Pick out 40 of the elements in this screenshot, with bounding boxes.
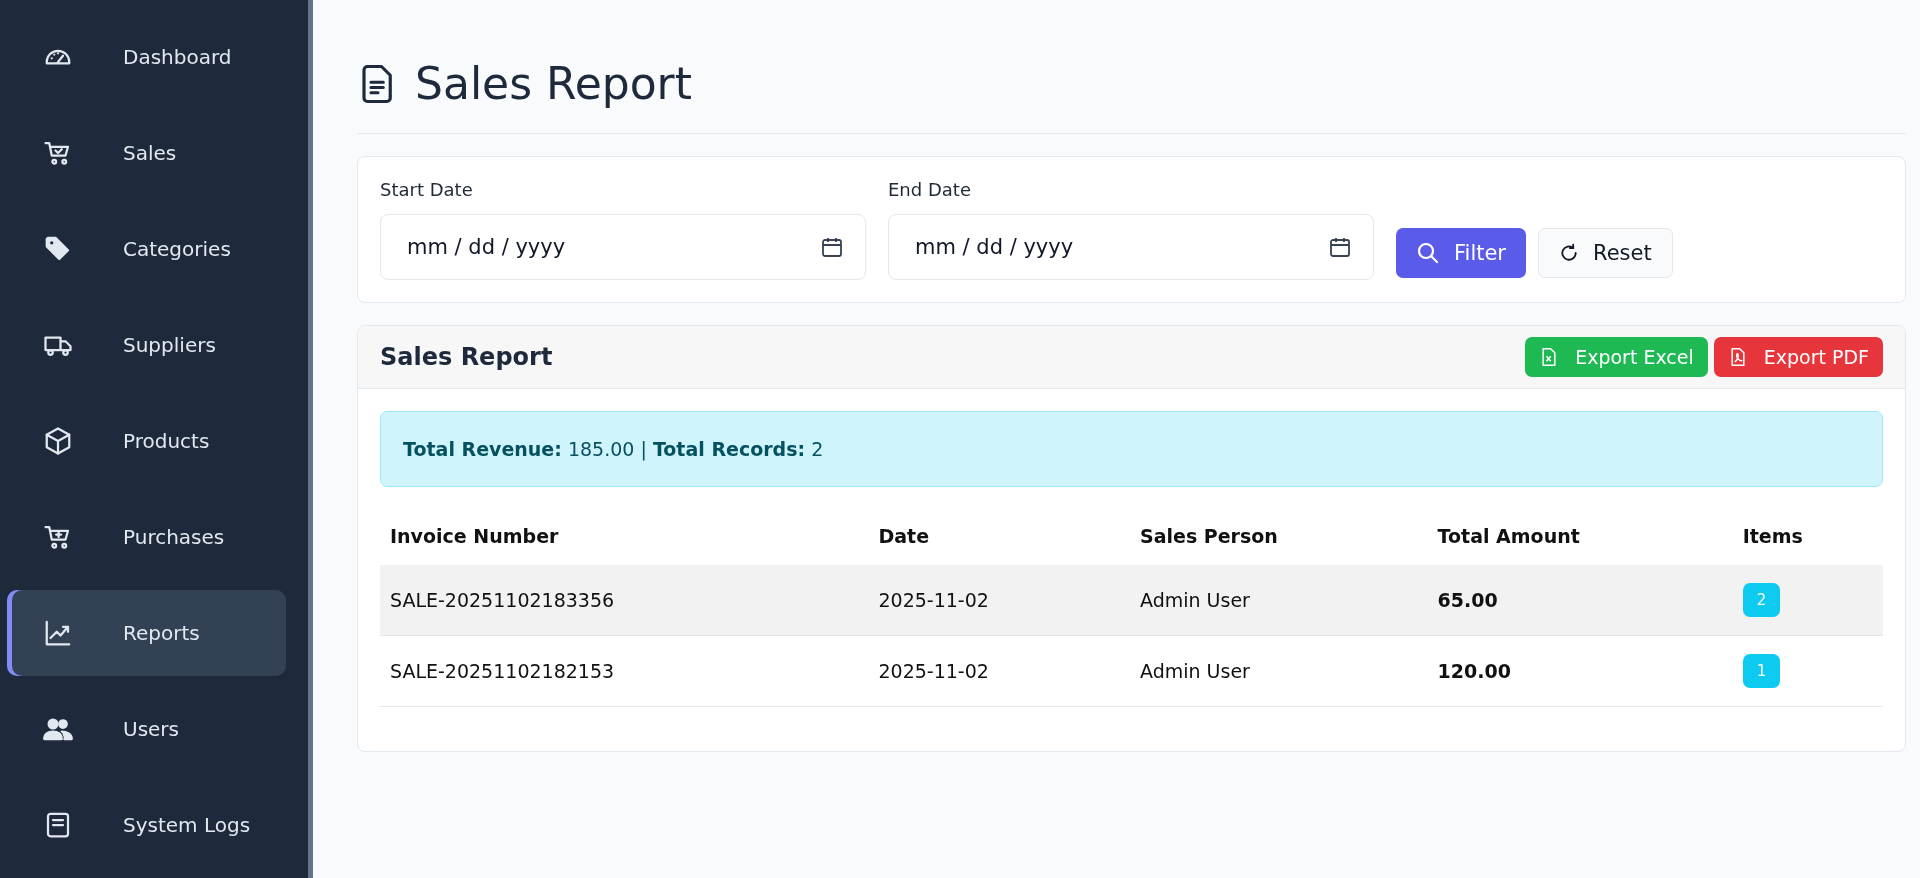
sidebar-item[interactable]: Sales <box>7 110 286 196</box>
summary-text: Total Revenue: 185.00 | Total Records: 2 <box>403 438 824 460</box>
column-header: Invoice Number <box>380 507 869 565</box>
page-title: Sales Report <box>415 58 692 109</box>
table-cell: 65.00 <box>1427 565 1733 636</box>
sidebar-item[interactable]: Purchases <box>7 494 286 580</box>
sidebar-item[interactable]: Reports <box>7 590 286 676</box>
date-field[interactable]: mm / dd / yyyy <box>380 214 866 280</box>
search-icon <box>1416 241 1440 265</box>
field-label: End Date <box>888 179 972 200</box>
items-badge: 1 <box>1742 654 1781 688</box>
card-title: Sales Report <box>380 343 553 371</box>
sidebar-item[interactable]: Products <box>7 398 286 484</box>
items-badge: 2 <box>1742 583 1781 617</box>
sidebar-item[interactable]: Suppliers <box>7 302 286 388</box>
date-field[interactable]: mm / dd / yyyy <box>888 214 1374 280</box>
field-label: Start Date <box>380 179 474 200</box>
column-header: Total Amount <box>1427 507 1733 565</box>
table-cell: Admin User <box>1130 565 1428 636</box>
table-cell: Admin User <box>1130 635 1428 707</box>
refresh-icon <box>1559 243 1579 263</box>
calendar-icon[interactable] <box>1328 235 1352 259</box>
sidebar-item[interactable]: System Logs <box>7 782 286 868</box>
table-cell: 120.00 <box>1427 635 1733 707</box>
sidebar-item[interactable]: Categories <box>7 206 286 292</box>
table-cell: 2025-11-02 <box>868 565 1130 636</box>
export-pdf-button[interactable]: Export PDF <box>1713 337 1883 377</box>
table-cell: SALE-20251102183356 <box>380 565 869 636</box>
column-header: Sales Person <box>1130 507 1428 565</box>
filter-button[interactable]: Filter <box>1396 228 1526 278</box>
reset-button[interactable]: Reset <box>1538 228 1673 278</box>
column-header: Date <box>868 507 1130 565</box>
table-cell: SALE-20251102182153 <box>380 635 869 707</box>
box-icon <box>43 426 73 456</box>
sidebar-item[interactable]: Dashboard <box>7 14 286 100</box>
column-header: Items <box>1732 507 1883 565</box>
table-cell: 2025-11-02 <box>868 635 1130 707</box>
chart-icon <box>43 618 73 648</box>
sidebar-item[interactable]: Users <box>7 686 286 772</box>
calendar-icon[interactable] <box>820 235 844 259</box>
